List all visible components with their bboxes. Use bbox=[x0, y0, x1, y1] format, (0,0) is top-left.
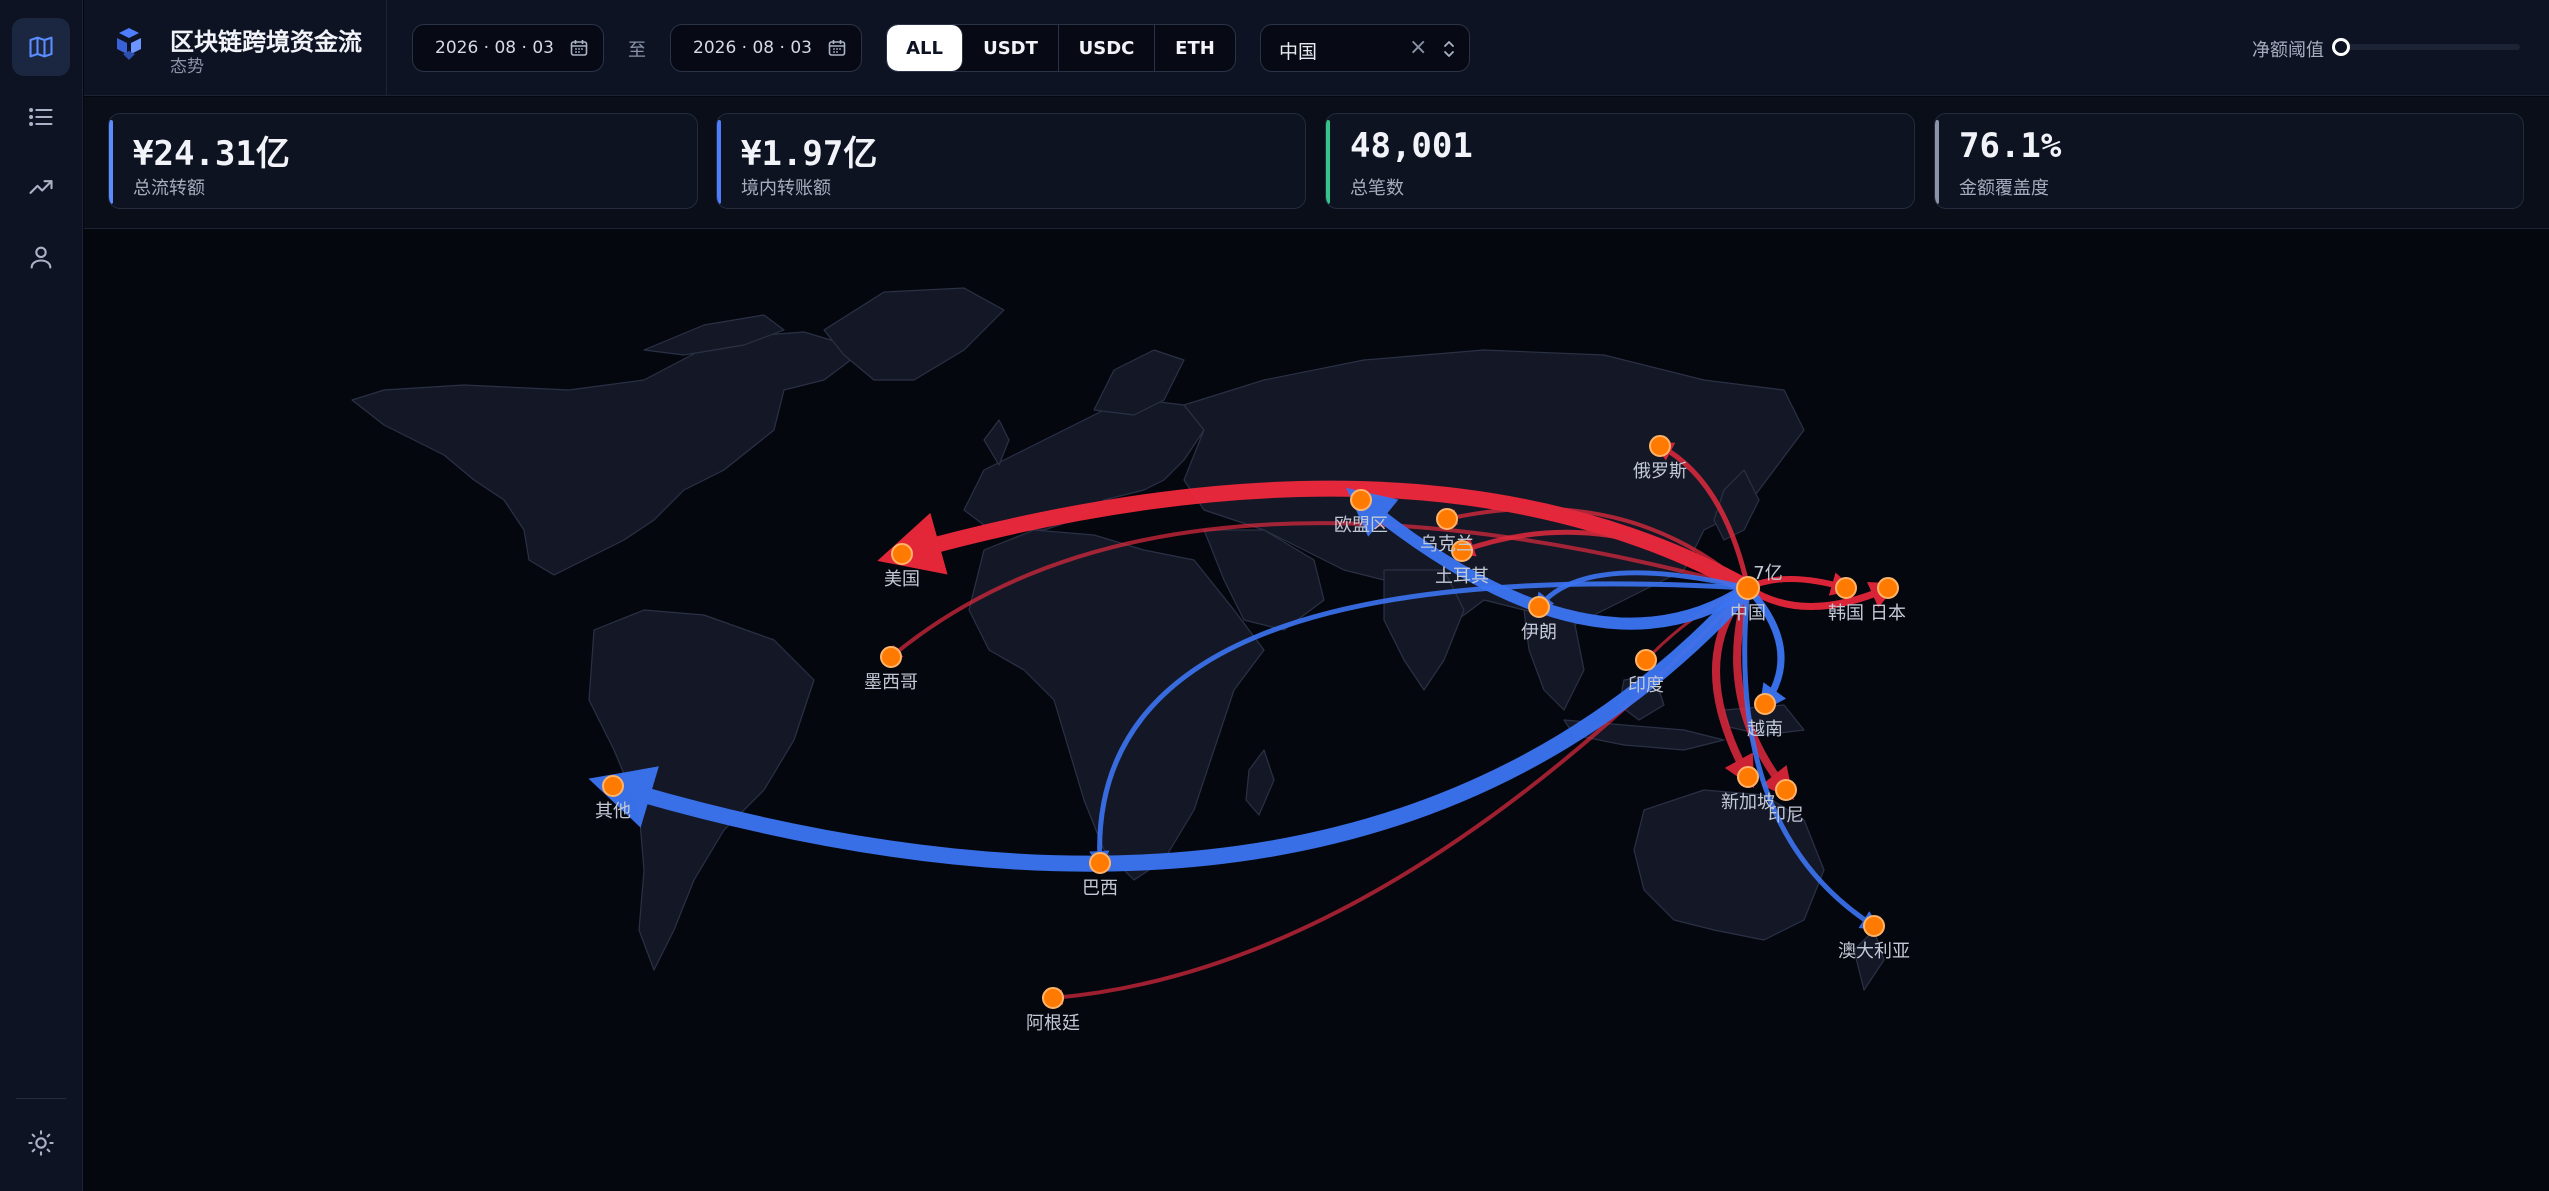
kpi-value: 76.1% bbox=[1959, 126, 2062, 166]
kpi-card-total-flow: ¥24.31亿 总流转额 bbox=[108, 113, 698, 209]
clear-icon[interactable]: × bbox=[1409, 35, 1427, 60]
trend-icon bbox=[29, 180, 53, 194]
landmass-uk bbox=[983, 419, 1010, 466]
nav-user-button[interactable] bbox=[12, 228, 70, 286]
asset-tab-usdt[interactable]: USDT bbox=[963, 25, 1059, 71]
flow-map[interactable]: 美国 墨西哥 其他 巴西 阿根廷 欧盟区 乌克兰 土耳其 伊朗 俄罗斯 印度 中… bbox=[84, 230, 2549, 1191]
city-label-ukraine: 乌克兰 bbox=[1420, 534, 1474, 555]
kpi-value: 48,001 bbox=[1350, 126, 1473, 166]
date-to-field[interactable]: 2026 · 08 · 03 bbox=[670, 24, 862, 72]
city-label-russia: 俄罗斯 bbox=[1633, 461, 1687, 482]
threshold-label: 净额阈值 bbox=[2252, 40, 2324, 61]
city-label-other: 其他 bbox=[595, 801, 631, 822]
city-label-australia: 澳大利亚 bbox=[1838, 941, 1910, 962]
city-node-korea bbox=[1835, 577, 1857, 599]
city-label-iran: 伊朗 bbox=[1521, 622, 1557, 643]
city-node-india bbox=[1635, 649, 1657, 671]
date-to-value: 2026 · 08 · 03 bbox=[693, 38, 812, 58]
kpi-label: 金额覆盖度 bbox=[1959, 178, 2049, 199]
user-icon bbox=[30, 246, 52, 269]
kpi-accent-bar bbox=[717, 120, 721, 204]
sidebar-divider bbox=[16, 1098, 66, 1099]
city-label-singapore: 新加坡 bbox=[1721, 792, 1775, 813]
city-label-brazil: 巴西 bbox=[1082, 878, 1118, 899]
asset-tab-all[interactable]: ALL bbox=[887, 25, 963, 71]
asset-tab-usdc[interactable]: USDC bbox=[1059, 25, 1155, 71]
city-node-brazil bbox=[1089, 852, 1111, 874]
header-divider bbox=[386, 0, 387, 96]
kpi-card-coverage: 76.1% 金额覆盖度 bbox=[1934, 113, 2524, 209]
city-label-japan: 日本 bbox=[1870, 603, 1906, 624]
city-node-singapore bbox=[1737, 766, 1759, 788]
city-node-indonesia bbox=[1775, 779, 1797, 801]
region-select[interactable]: 中国 × bbox=[1260, 24, 1470, 72]
city-node-japan bbox=[1877, 577, 1899, 599]
city-node-australia bbox=[1863, 915, 1885, 937]
list-icon bbox=[29, 108, 53, 126]
kpi-value: ¥1.97亿 bbox=[741, 134, 878, 174]
app-logo-icon bbox=[117, 28, 141, 60]
kpi-label: 总笔数 bbox=[1350, 178, 1404, 199]
map-icon bbox=[29, 36, 53, 58]
landmass-layer bbox=[351, 287, 1885, 991]
city-label-eu: 欧盟区 bbox=[1334, 515, 1388, 536]
city-label-korea: 韩国 bbox=[1828, 603, 1864, 624]
sidebar bbox=[0, 0, 83, 1191]
kpi-value: ¥24.31亿 bbox=[133, 134, 290, 174]
city-node-argentina bbox=[1042, 987, 1064, 1009]
chevron-updown-icon bbox=[1444, 41, 1454, 57]
city-node-other bbox=[602, 775, 624, 797]
date-from-value: 2026 · 08 · 03 bbox=[435, 38, 554, 58]
threshold-slider-track[interactable] bbox=[2340, 44, 2520, 50]
city-node-usa bbox=[891, 543, 913, 565]
nav-map-button[interactable] bbox=[12, 18, 70, 76]
region-select-value: 中国 bbox=[1279, 41, 1318, 63]
kpi-row: ¥24.31亿 总流转额 ¥1.97亿 境内转账额 48,001 总笔数 76.… bbox=[84, 97, 2549, 229]
city-node-mexico bbox=[880, 646, 902, 668]
kpi-accent-bar bbox=[1935, 120, 1939, 204]
threshold-slider-handle[interactable] bbox=[2332, 38, 2350, 56]
calendar-icon bbox=[828, 40, 846, 56]
nav-trend-button[interactable] bbox=[12, 158, 70, 216]
landmass-greenland bbox=[823, 287, 1005, 381]
city-node-iran bbox=[1528, 596, 1550, 618]
city-label-china: 中国 bbox=[1730, 603, 1766, 624]
sun-icon bbox=[28, 1130, 54, 1156]
app-subtitle: 态势 bbox=[170, 57, 204, 77]
landmass-india bbox=[1383, 569, 1465, 691]
city-node-eu bbox=[1350, 489, 1372, 511]
kpi-label: 总流转额 bbox=[133, 178, 205, 199]
calendar-icon bbox=[570, 40, 588, 56]
date-range-separator: 至 bbox=[628, 40, 646, 61]
date-from-field[interactable]: 2026 · 08 · 03 bbox=[412, 24, 604, 72]
kpi-card-domestic: ¥1.97亿 境内转账额 bbox=[716, 113, 1306, 209]
city-label-vietnam: 越南 bbox=[1747, 719, 1783, 740]
city-label-argentina: 阿根廷 bbox=[1026, 1013, 1080, 1034]
city-label-turkey: 土耳其 bbox=[1435, 566, 1489, 587]
theme-toggle-button[interactable] bbox=[12, 1114, 70, 1172]
kpi-accent-bar bbox=[109, 120, 113, 204]
kpi-label: 境内转账额 bbox=[741, 178, 831, 199]
nav-list-button[interactable] bbox=[12, 88, 70, 146]
header: 区块链跨境资金流 态势 2026 · 08 · 03 至 2026 · 08 ·… bbox=[84, 0, 2549, 96]
world-map-svg: 美国 墨西哥 其他 巴西 阿根廷 欧盟区 乌克兰 土耳其 伊朗 俄罗斯 印度 中… bbox=[351, 287, 1910, 1034]
city-label-india: 印度 bbox=[1628, 675, 1664, 696]
city-label-mexico: 墨西哥 bbox=[864, 672, 918, 693]
flow-arc-japan bbox=[1744, 581, 1899, 610]
city-label-usa: 美国 bbox=[884, 569, 920, 590]
city-node-ukraine bbox=[1436, 508, 1458, 530]
landmass-north-america bbox=[351, 331, 865, 576]
hub-value-label: 7亿 bbox=[1753, 563, 1782, 584]
asset-filter: ALL USDT USDC ETH bbox=[886, 24, 1236, 72]
city-node-vietnam bbox=[1754, 693, 1776, 715]
asset-tab-eth[interactable]: ETH bbox=[1155, 25, 1235, 71]
landmass-madagascar bbox=[1245, 749, 1275, 816]
city-label-indonesia: 印尼 bbox=[1768, 805, 1804, 826]
kpi-card-count: 48,001 总笔数 bbox=[1325, 113, 1915, 209]
kpi-accent-bar bbox=[1326, 120, 1330, 204]
city-node-russia bbox=[1649, 435, 1671, 457]
